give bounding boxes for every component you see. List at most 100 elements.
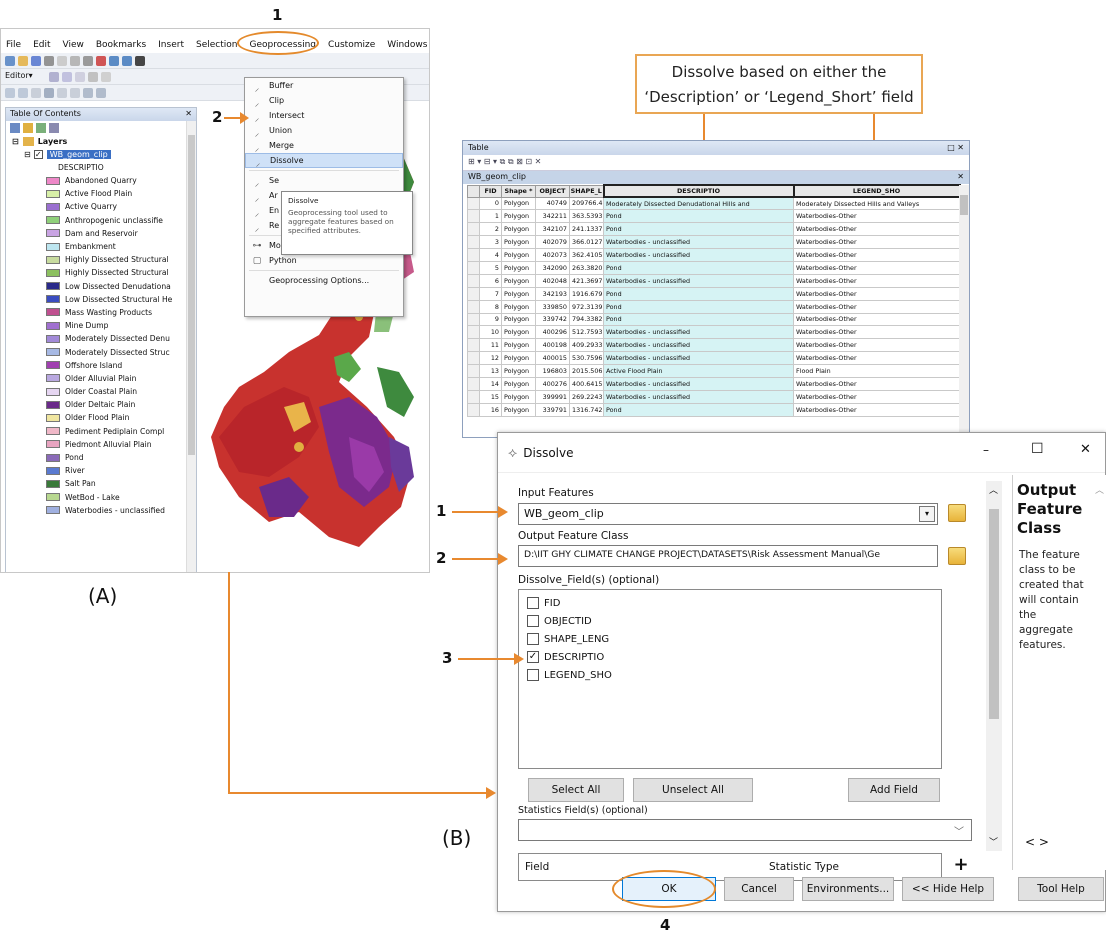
chevron-down-icon[interactable]: ▾	[919, 506, 935, 522]
gp-menu-item-buffer[interactable]: ⸝ Buffer	[245, 78, 403, 94]
layer-wb-geom-clip[interactable]: ⊟ ✓ WB_geom_clip	[6, 148, 196, 161]
table-row[interactable]: 7 Polygon 342193 1916.679 Pond Waterbodies-Ot…	[467, 286, 960, 301]
statistics-field-dropdown[interactable]	[518, 819, 972, 841]
row-selector[interactable]	[467, 273, 480, 288]
legend-item[interactable]: Low Dissected Structural He	[6, 293, 196, 306]
menu-file[interactable]: File	[5, 40, 22, 50]
column-header[interactable]: FID	[479, 184, 502, 198]
minimize-button[interactable]: –	[983, 443, 989, 457]
row-selector[interactable]	[467, 351, 480, 366]
gp-menu-item-union[interactable]: ⸝ Union	[245, 123, 403, 139]
table-row[interactable]: 4 Polygon 402073 362.4105 Waterbodies - uncl…	[467, 248, 960, 262]
row-selector[interactable]	[467, 299, 480, 314]
table-row[interactable]: 1 Polygon 342211 363.5393 Pond Waterbodies-Ot…	[467, 209, 960, 224]
legend-item[interactable]: Older Flood Plain	[6, 411, 196, 424]
vertex-icon[interactable]	[75, 72, 85, 82]
editor-menu[interactable]: Editor▾	[5, 71, 33, 80]
legend-item[interactable]: Highly Dissected Structural	[6, 253, 196, 266]
table-window-controls[interactable]: □ ✕	[947, 143, 964, 153]
table-toolbar[interactable]: ⊞ ▾ ⊟ ▾ ⧉ ⧉ ⊠ ⊡ ✕	[463, 155, 969, 171]
table-row[interactable]: 13 Polygon 196803 2015.506 Active Flood Plai…	[467, 364, 960, 378]
legend-item[interactable]: Older Coastal Plain	[6, 385, 196, 398]
row-selector[interactable]	[467, 364, 480, 378]
pan-icon[interactable]	[31, 88, 41, 98]
legend-item[interactable]: Highly Dissected Structural	[6, 266, 196, 279]
legend-item[interactable]: River	[6, 464, 196, 477]
dissolve-field-legend-sho[interactable]: LEGEND_SHO	[527, 666, 933, 684]
add-field-button[interactable]: Add Field	[848, 778, 940, 802]
forward-icon[interactable]	[70, 88, 80, 98]
unselect-all-button[interactable]: Unselect All	[633, 778, 753, 802]
legend-item[interactable]: Low Dissected Denudationa	[6, 280, 196, 293]
layer-name[interactable]: WB_geom_clip	[46, 150, 111, 159]
identify-icon[interactable]	[96, 88, 106, 98]
edit-tool-icon[interactable]	[49, 72, 59, 82]
legend-item[interactable]: Mass Wasting Products	[6, 306, 196, 319]
table-tab-close-icon[interactable]: ✕	[957, 172, 964, 183]
hide-help-button[interactable]: << Hide Help	[902, 877, 994, 901]
legend-item[interactable]: Anthropogenic unclassifie	[6, 214, 196, 227]
open-icon[interactable]	[18, 56, 28, 66]
close-button[interactable]: ✕	[1080, 442, 1091, 457]
legend-item[interactable]: Moderately Dissected Denu	[6, 332, 196, 345]
legend-item[interactable]: Mine Dump	[6, 319, 196, 332]
legend-item[interactable]: Salt Pan	[6, 477, 196, 490]
table-row[interactable]: 11 Polygon 400198 409.2933 Waterbodies - unc…	[467, 338, 960, 353]
legend-item[interactable]: Moderately Dissected Struc	[6, 345, 196, 358]
full-extent-icon[interactable]	[44, 88, 54, 98]
gp-menu-item-geoprocessing-options[interactable]: Geoprocessing Options...	[245, 273, 403, 288]
row-selector[interactable]	[467, 235, 480, 250]
gp-menu-item-intersect[interactable]: ⸝ Intersect	[245, 108, 403, 124]
form-scrollbar[interactable]: ︿ ﹀	[986, 481, 1002, 851]
gp-menu-item-merge[interactable]: ⸝ Merge	[245, 138, 403, 154]
split-icon[interactable]	[101, 72, 111, 82]
table-row[interactable]: 15 Polygon 399991 269.2243 Waterbodies - unc…	[467, 389, 960, 404]
list-by-drawing-order-icon[interactable]	[10, 123, 20, 133]
dissolve-field-objectid[interactable]: OBJECTID	[527, 612, 933, 630]
table-row[interactable]: 12 Polygon 400015 530.7596 Waterbodies - unc…	[467, 351, 960, 366]
table-row[interactable]: 8 Polygon 339850 972.3139 Pond Waterbodies-Ot…	[467, 299, 960, 314]
sketch-icon[interactable]	[62, 72, 72, 82]
column-header[interactable]: DESCRIPTIO	[602, 184, 795, 198]
menu-edit[interactable]: Edit	[32, 40, 51, 50]
table-scrollbar[interactable]	[959, 185, 969, 438]
table-row[interactable]: 16 Polygon 339791 1316.742 Pond Waterbodies-O…	[467, 402, 960, 417]
help-scroll-up-icon[interactable]: ︿	[1095, 483, 1104, 496]
legend-item[interactable]: Older Alluvial Plain	[6, 372, 196, 385]
output-feature-class-field[interactable]: D:\IIT GHY CLIMATE CHANGE PROJECT\DATASE…	[518, 545, 938, 567]
toc-scrollbar[interactable]	[186, 121, 196, 572]
add-statistic-button[interactable]: +	[950, 855, 972, 877]
tool-help-button[interactable]: Tool Help	[1018, 877, 1104, 901]
cancel-button[interactable]: Cancel	[724, 877, 794, 901]
select-icon[interactable]	[83, 88, 93, 98]
dissolve-field-fid[interactable]: FID	[527, 594, 933, 612]
dissolve-field-shape-leng[interactable]: SHAPE_LENG	[527, 630, 933, 648]
checkbox[interactable]	[527, 669, 539, 681]
paste-icon[interactable]	[83, 56, 93, 66]
menu-view[interactable]: View	[62, 40, 85, 50]
add-data-icon[interactable]	[135, 56, 145, 66]
list-by-selection-icon[interactable]	[49, 123, 59, 133]
row-selector[interactable]	[467, 376, 480, 391]
row-selector[interactable]	[467, 325, 480, 340]
row-selector[interactable]	[467, 338, 480, 353]
table-row[interactable]: 10 Polygon 400296 512.7593 Waterbodies - unc…	[467, 325, 960, 340]
row-selector[interactable]	[467, 260, 480, 275]
chevron-down-icon[interactable]: ﹀	[954, 823, 964, 838]
row-selector[interactable]	[467, 312, 480, 327]
menu-selection[interactable]: Selection	[195, 40, 238, 50]
form-scroll-thumb[interactable]	[989, 509, 999, 719]
input-features-field[interactable]: WB_geom_clip	[518, 503, 938, 525]
browse-folder-icon[interactable]	[948, 547, 966, 565]
menu-insert[interactable]: Insert	[157, 40, 185, 50]
toc-close-icon[interactable]: ✕	[185, 109, 192, 120]
legend-item[interactable]: Waterbodies - unclassified	[6, 504, 196, 517]
table-row[interactable]: 6 Polygon 402048 421.3697 Waterbodies - uncl…	[467, 273, 960, 288]
save-icon[interactable]	[31, 56, 41, 66]
table-row[interactable]: 9 Polygon 339742 794.3382 Pond Waterbodies-Ot…	[467, 312, 960, 327]
table-tab-name[interactable]: WB_geom_clip	[468, 172, 526, 183]
menu-bookmarks[interactable]: Bookmarks	[95, 40, 147, 50]
copy-icon[interactable]	[70, 56, 80, 66]
layers-root[interactable]: ⊟ Layers	[6, 135, 196, 148]
table-row[interactable]: 0 Polygon 40749 209766.4 Moderately Dissecte…	[467, 196, 960, 211]
